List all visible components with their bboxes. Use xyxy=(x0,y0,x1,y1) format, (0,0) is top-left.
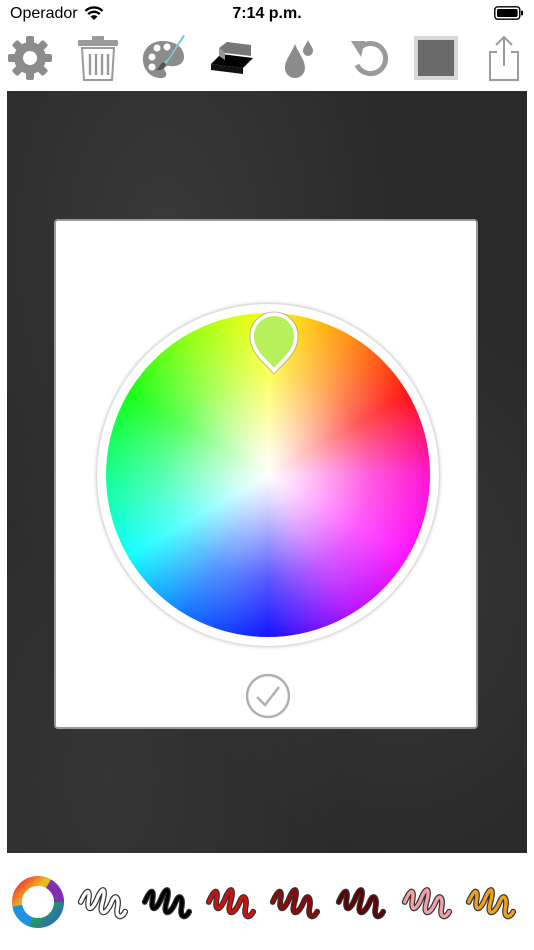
color-swatch-red[interactable] xyxy=(200,872,260,932)
toolbar xyxy=(0,28,534,88)
color-swatch-dark-red[interactable] xyxy=(264,872,324,932)
scribble-icon xyxy=(141,887,193,920)
scribble-icon xyxy=(269,887,321,920)
scribble-icon xyxy=(205,887,257,920)
trash-icon xyxy=(78,36,118,81)
color-palette xyxy=(0,862,534,942)
share-icon xyxy=(489,35,519,81)
drops-icon xyxy=(285,40,313,78)
scribble-icon xyxy=(77,887,129,920)
scribble-icon xyxy=(335,887,387,920)
palette-brush-icon xyxy=(142,35,185,79)
scribble-icon xyxy=(465,887,517,920)
undo-icon xyxy=(351,41,389,76)
status-bar: Operador 7:14 p.m. xyxy=(0,0,534,28)
color-swatch-white[interactable] xyxy=(72,872,132,932)
selected-color-pin[interactable] xyxy=(246,308,302,378)
checkmark-icon xyxy=(256,686,280,707)
share-button[interactable] xyxy=(478,32,530,84)
scribble-icon xyxy=(401,887,453,920)
color-swatch-orange[interactable] xyxy=(460,872,520,932)
color-swatch-pink[interactable] xyxy=(396,872,456,932)
undo-button[interactable] xyxy=(344,32,396,84)
canvas-square-icon xyxy=(414,36,458,80)
battery-icon xyxy=(494,6,523,20)
eraser-icon xyxy=(211,42,253,74)
clock-label: 7:14 p.m. xyxy=(232,5,302,22)
eraser-button[interactable] xyxy=(206,32,258,84)
gear-icon xyxy=(8,36,52,80)
color-wheel-icon xyxy=(12,876,64,928)
ink-button[interactable] xyxy=(272,32,324,84)
color-swatch-black[interactable] xyxy=(136,872,196,932)
background-button[interactable] xyxy=(410,32,462,84)
color-wheel-button[interactable] xyxy=(8,872,68,932)
confirm-button[interactable] xyxy=(244,672,292,720)
palette-button[interactable] xyxy=(138,32,190,84)
color-swatch-maroon[interactable] xyxy=(330,872,390,932)
clear-button[interactable] xyxy=(72,32,124,84)
settings-button[interactable] xyxy=(4,32,56,84)
